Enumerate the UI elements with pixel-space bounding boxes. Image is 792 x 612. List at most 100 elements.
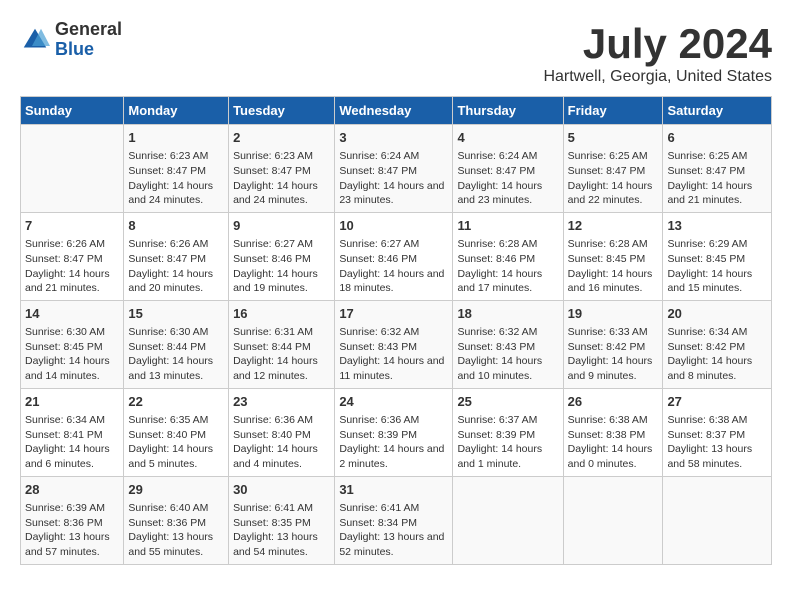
day-number: 1 [128, 129, 224, 147]
calendar-cell: 7Sunrise: 6:26 AMSunset: 8:47 PMDaylight… [21, 212, 124, 300]
day-info: Sunrise: 6:24 AMSunset: 8:47 PMDaylight:… [457, 149, 558, 208]
week-row-4: 21 Sunrise: 6:34 AMSunset: 8:41 PMDayligh… [21, 388, 772, 476]
calendar-cell: 21 Sunrise: 6:34 AMSunset: 8:41 PMDayligh… [21, 388, 124, 476]
day-info: Sunrise: 6:37 AMSunset: 8:39 PMDaylight:… [457, 413, 558, 472]
day-info: Sunrise: 6:36 AMSunset: 8:40 PMDaylight:… [233, 413, 330, 472]
day-number: 29 [128, 481, 224, 499]
week-row-2: 7Sunrise: 6:26 AMSunset: 8:47 PMDaylight… [21, 212, 772, 300]
day-number: 20 [667, 305, 767, 323]
day-number: 10 [339, 217, 448, 235]
calendar-cell [563, 476, 663, 564]
day-info: Sunrise: 6:28 AMSunset: 8:46 PMDaylight:… [457, 237, 558, 296]
header-cell-saturday: Saturday [663, 97, 772, 125]
day-number: 18 [457, 305, 558, 323]
title-block: July 2024 Hartwell, Georgia, United Stat… [543, 20, 772, 86]
calendar-cell: 31 Sunrise: 6:41 AMSunset: 8:34 PMDayligh… [335, 476, 453, 564]
calendar-cell: 23 Sunrise: 6:36 AMSunset: 8:40 PMDayligh… [229, 388, 335, 476]
day-info: Sunrise: 6:23 AMSunset: 8:47 PMDaylight:… [233, 149, 330, 208]
day-info: Sunrise: 6:36 AMSunset: 8:39 PMDaylight:… [339, 413, 448, 472]
day-number: 11 [457, 217, 558, 235]
day-number: 30 [233, 481, 330, 499]
calendar-cell: 24 Sunrise: 6:36 AMSunset: 8:39 PMDayligh… [335, 388, 453, 476]
logo-icon [20, 25, 50, 55]
calendar-cell: 1 Sunrise: 6:23 AMSunset: 8:47 PMDaylight… [124, 125, 229, 213]
week-row-5: 28 Sunrise: 6:39 AMSunset: 8:36 PMDayligh… [21, 476, 772, 564]
day-info: Sunrise: 6:25 AMSunset: 8:47 PMDaylight:… [667, 149, 767, 208]
calendar-cell: 22Sunrise: 6:35 AMSunset: 8:40 PMDayligh… [124, 388, 229, 476]
day-info: Sunrise: 6:41 AMSunset: 8:34 PMDaylight:… [339, 501, 448, 560]
day-info: Sunrise: 6:39 AMSunset: 8:36 PMDaylight:… [25, 501, 119, 560]
day-info: Sunrise: 6:34 AMSunset: 8:41 PMDaylight:… [25, 413, 119, 472]
day-info: Sunrise: 6:41 AMSunset: 8:35 PMDaylight:… [233, 501, 330, 560]
subtitle: Hartwell, Georgia, United States [543, 68, 772, 86]
day-info: Sunrise: 6:29 AMSunset: 8:45 PMDaylight:… [667, 237, 767, 296]
calendar-cell: 14Sunrise: 6:30 AMSunset: 8:45 PMDayligh… [21, 300, 124, 388]
calendar-cell: 6 Sunrise: 6:25 AMSunset: 8:47 PMDaylight… [663, 125, 772, 213]
header-cell-wednesday: Wednesday [335, 97, 453, 125]
day-number: 14 [25, 305, 119, 323]
day-info: Sunrise: 6:38 AMSunset: 8:38 PMDaylight:… [568, 413, 659, 472]
calendar-cell: 28 Sunrise: 6:39 AMSunset: 8:36 PMDayligh… [21, 476, 124, 564]
day-number: 3 [339, 129, 448, 147]
day-number: 15 [128, 305, 224, 323]
day-number: 12 [568, 217, 659, 235]
logo-blue: Blue [55, 40, 122, 60]
day-number: 6 [667, 129, 767, 147]
day-number: 9 [233, 217, 330, 235]
calendar-cell: 5 Sunrise: 6:25 AMSunset: 8:47 PMDaylight… [563, 125, 663, 213]
day-info: Sunrise: 6:23 AMSunset: 8:47 PMDaylight:… [128, 149, 224, 208]
day-number: 24 [339, 393, 448, 411]
calendar-cell [453, 476, 563, 564]
calendar-cell: 26 Sunrise: 6:38 AMSunset: 8:38 PMDayligh… [563, 388, 663, 476]
day-info: Sunrise: 6:28 AMSunset: 8:45 PMDaylight:… [568, 237, 659, 296]
calendar-cell: 30 Sunrise: 6:41 AMSunset: 8:35 PMDayligh… [229, 476, 335, 564]
day-info: Sunrise: 6:40 AMSunset: 8:36 PMDaylight:… [128, 501, 224, 560]
day-number: 5 [568, 129, 659, 147]
calendar-cell: 29 Sunrise: 6:40 AMSunset: 8:36 PMDayligh… [124, 476, 229, 564]
day-info: Sunrise: 6:25 AMSunset: 8:47 PMDaylight:… [568, 149, 659, 208]
calendar-cell: 17Sunrise: 6:32 AMSunset: 8:43 PMDayligh… [335, 300, 453, 388]
calendar-cell: 12 Sunrise: 6:28 AMSunset: 8:45 PMDayligh… [563, 212, 663, 300]
day-number: 26 [568, 393, 659, 411]
day-number: 25 [457, 393, 558, 411]
calendar-cell: 27 Sunrise: 6:38 AMSunset: 8:37 PMDayligh… [663, 388, 772, 476]
day-number: 31 [339, 481, 448, 499]
header-cell-sunday: Sunday [21, 97, 124, 125]
calendar-cell: 15Sunrise: 6:30 AMSunset: 8:44 PMDayligh… [124, 300, 229, 388]
day-number: 17 [339, 305, 448, 323]
calendar-cell: 11 Sunrise: 6:28 AMSunset: 8:46 PMDayligh… [453, 212, 563, 300]
day-number: 4 [457, 129, 558, 147]
day-info: Sunrise: 6:24 AMSunset: 8:47 PMDaylight:… [339, 149, 448, 208]
calendar-cell: 25 Sunrise: 6:37 AMSunset: 8:39 PMDayligh… [453, 388, 563, 476]
header-row: SundayMondayTuesdayWednesdayThursdayFrid… [21, 97, 772, 125]
logo-general: General [55, 20, 122, 40]
calendar-cell: 2 Sunrise: 6:23 AMSunset: 8:47 PMDaylight… [229, 125, 335, 213]
day-info: Sunrise: 6:31 AMSunset: 8:44 PMDaylight:… [233, 325, 330, 384]
day-number: 27 [667, 393, 767, 411]
calendar-cell: 3 Sunrise: 6:24 AMSunset: 8:47 PMDaylight… [335, 125, 453, 213]
day-number: 22 [128, 393, 224, 411]
page-header: General Blue July 2024 Hartwell, Georgia… [20, 20, 772, 86]
header-cell-monday: Monday [124, 97, 229, 125]
day-number: 19 [568, 305, 659, 323]
day-number: 21 [25, 393, 119, 411]
calendar-cell [21, 125, 124, 213]
day-number: 13 [667, 217, 767, 235]
week-row-3: 14Sunrise: 6:30 AMSunset: 8:45 PMDayligh… [21, 300, 772, 388]
calendar-cell: 16 Sunrise: 6:31 AMSunset: 8:44 PMDayligh… [229, 300, 335, 388]
day-number: 23 [233, 393, 330, 411]
day-info: Sunrise: 6:27 AMSunset: 8:46 PMDaylight:… [339, 237, 448, 296]
day-info: Sunrise: 6:33 AMSunset: 8:42 PMDaylight:… [568, 325, 659, 384]
logo: General Blue [20, 20, 122, 60]
header-cell-tuesday: Tuesday [229, 97, 335, 125]
week-row-1: 1 Sunrise: 6:23 AMSunset: 8:47 PMDaylight… [21, 125, 772, 213]
day-number: 2 [233, 129, 330, 147]
day-info: Sunrise: 6:26 AMSunset: 8:47 PMDaylight:… [128, 237, 224, 296]
day-number: 28 [25, 481, 119, 499]
day-info: Sunrise: 6:38 AMSunset: 8:37 PMDaylight:… [667, 413, 767, 472]
calendar-cell: 10 Sunrise: 6:27 AMSunset: 8:46 PMDayligh… [335, 212, 453, 300]
calendar-cell: 18Sunrise: 6:32 AMSunset: 8:43 PMDayligh… [453, 300, 563, 388]
calendar-cell: 9Sunrise: 6:27 AMSunset: 8:46 PMDaylight… [229, 212, 335, 300]
calendar-cell: 13 Sunrise: 6:29 AMSunset: 8:45 PMDayligh… [663, 212, 772, 300]
day-number: 16 [233, 305, 330, 323]
